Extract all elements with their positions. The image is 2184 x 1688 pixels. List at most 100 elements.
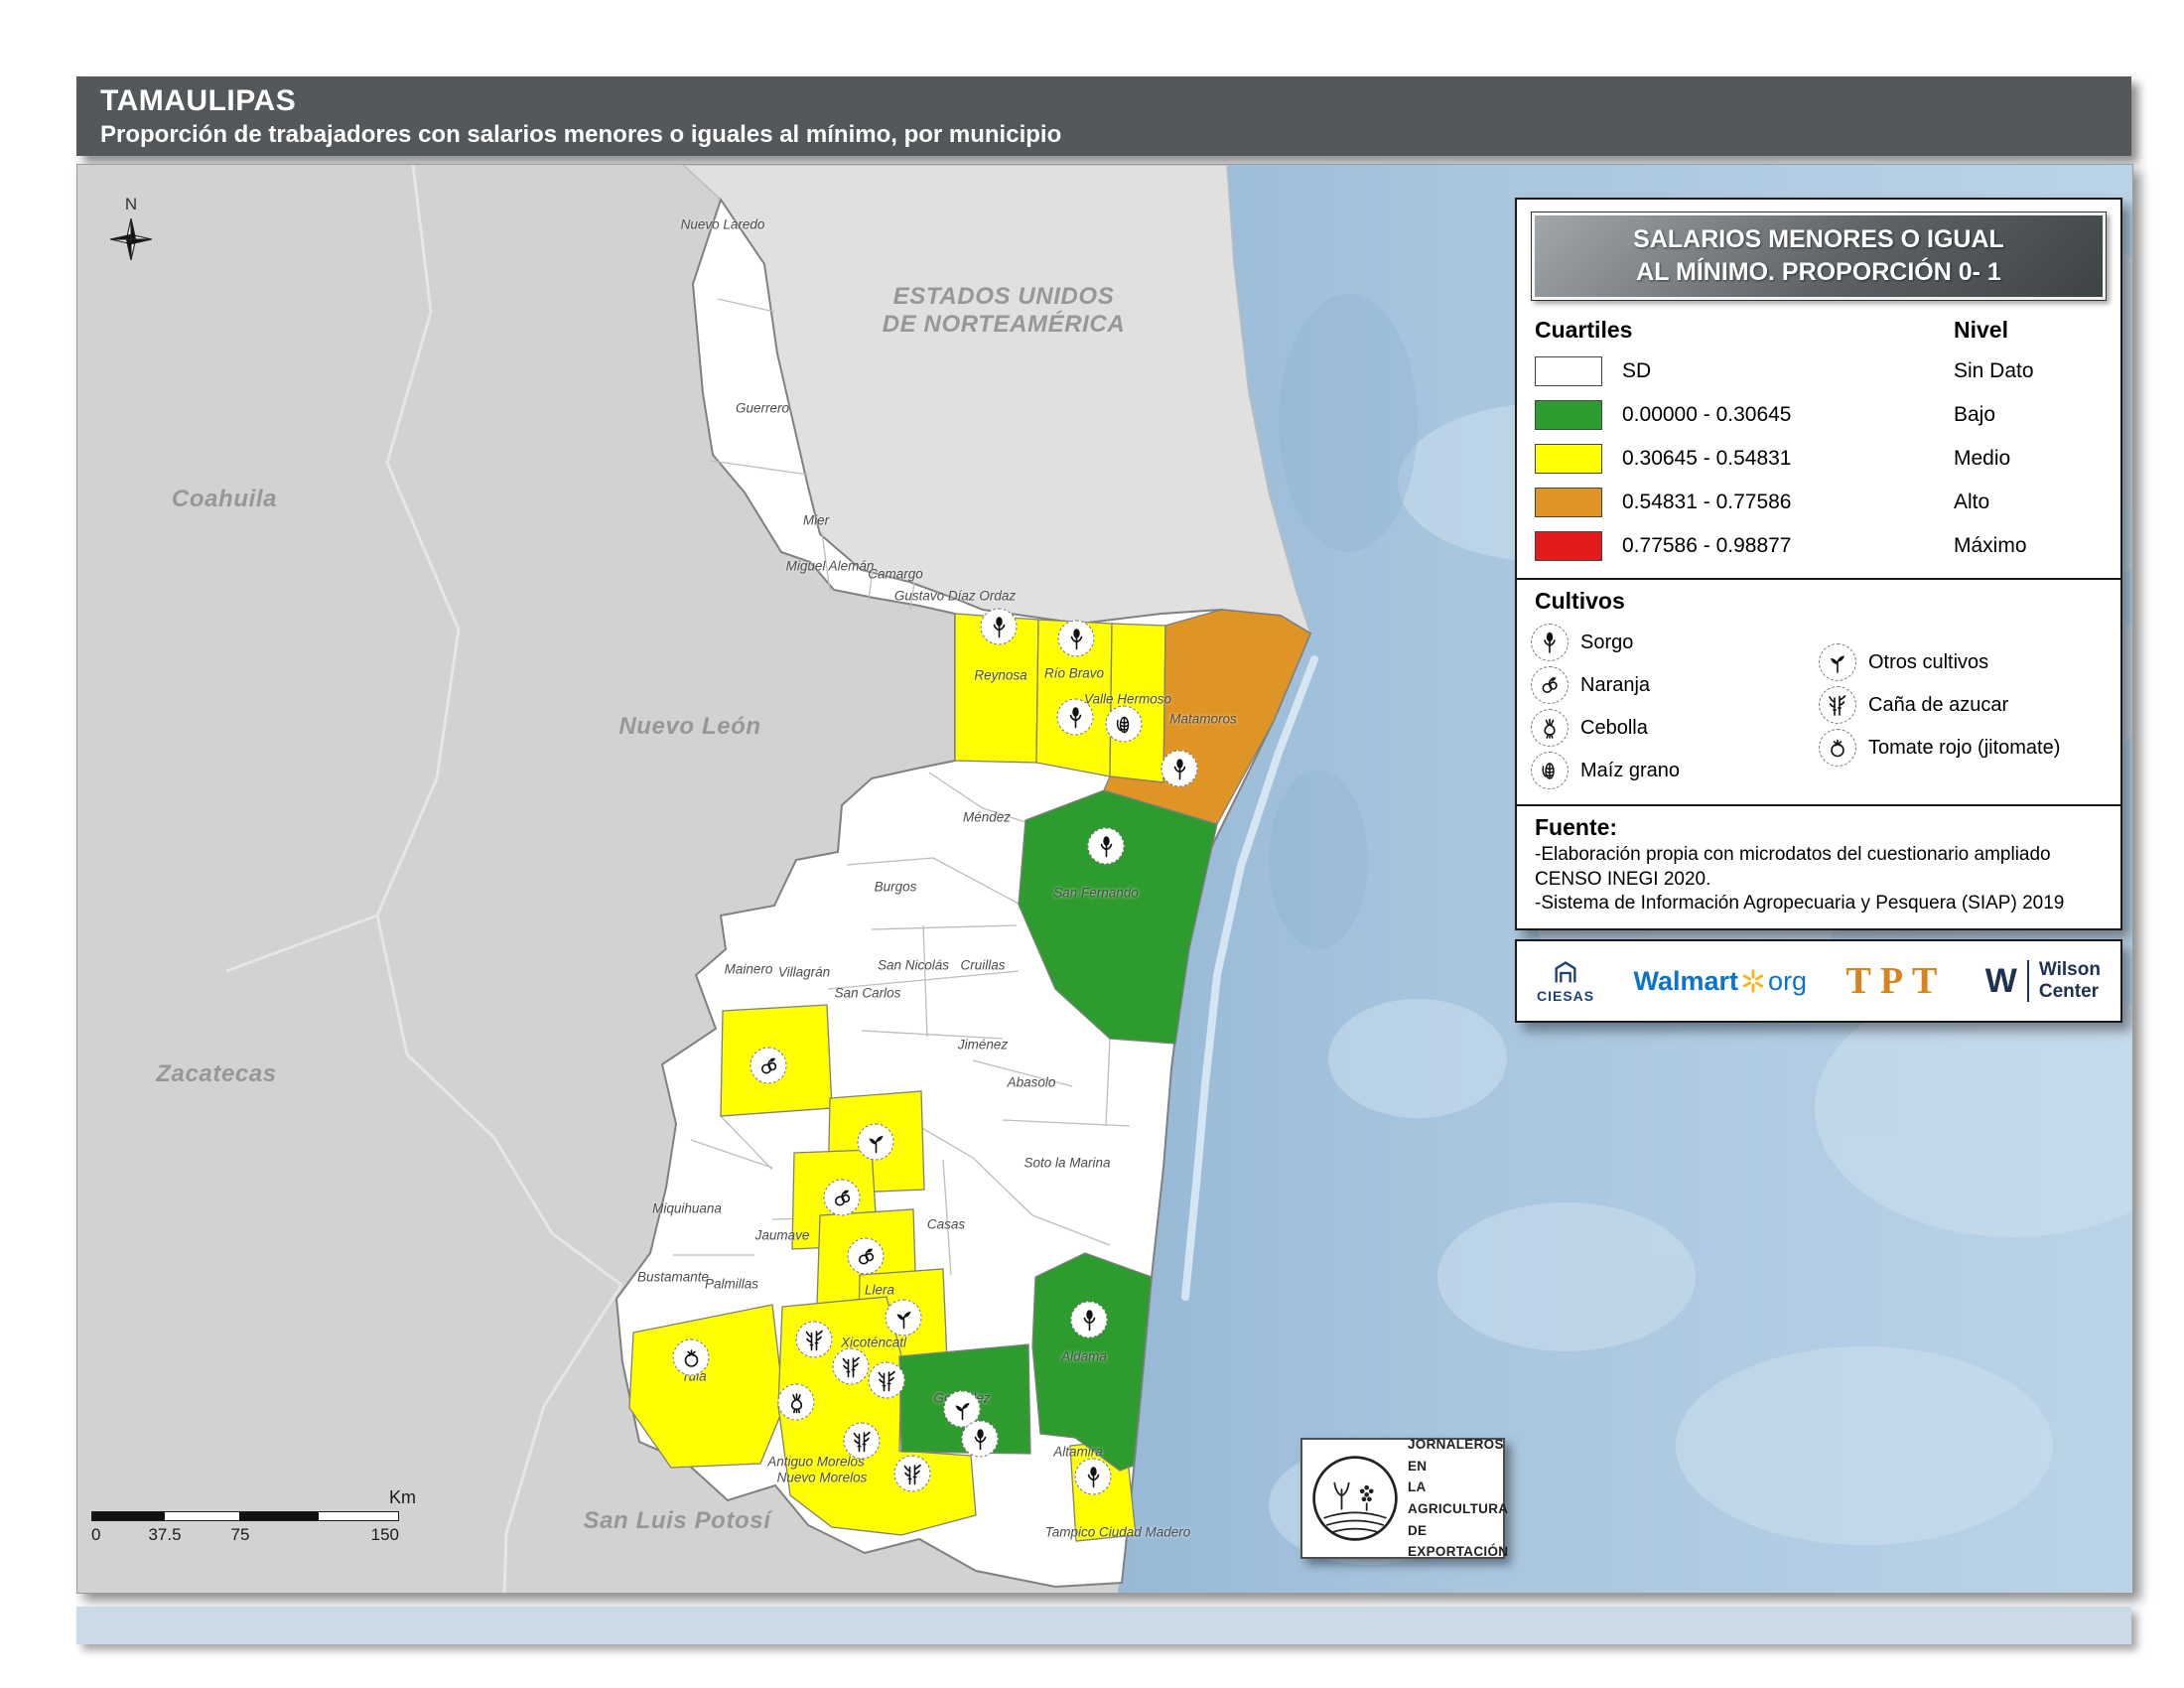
municipality-label: Villagrán <box>778 965 830 980</box>
footer-strip <box>76 1607 2131 1644</box>
wilson-center-logo: W Wilson Center <box>1985 959 2101 1003</box>
legend-title-line2: AL MÍNIMO. PROPORCIÓN 0- 1 <box>1536 256 2102 289</box>
legend-panel: SALARIOS MENORES O IGUAL AL MÍNIMO. PROP… <box>1515 198 2122 930</box>
municipality-label: Casas <box>927 1217 965 1232</box>
jornaleros-text: JORNALEROS EN LA AGRICULTURA DE EXPORTAC… <box>1408 1434 1508 1563</box>
scale-label: 0 <box>91 1525 100 1545</box>
crop-icon-cana <box>833 1348 870 1385</box>
municipality-label: Guerrero <box>736 401 789 416</box>
scale-labels: 0 37.5 75 150 <box>91 1525 429 1547</box>
wilson-center-wordmark: Wilson Center <box>2039 959 2101 1003</box>
legend-swatch <box>1535 400 1602 430</box>
municipality-label: San Fernando <box>1053 886 1139 901</box>
crop-icon-naranja <box>824 1180 861 1216</box>
crop-icon-otros <box>886 1300 922 1336</box>
municipality-label: Mainero <box>725 962 773 977</box>
cultivos-grid: Sorgo Naranja Cebolla Maíz grano <box>1531 619 2107 794</box>
municipality-label: Camargo <box>868 567 923 582</box>
region-label: Coahuila <box>172 486 277 513</box>
ciesas-label: CIESAS <box>1537 988 1594 1004</box>
cebolla-icon <box>1531 709 1569 747</box>
municipality-label: Burgos <box>875 880 917 895</box>
wilson-divider <box>2027 960 2029 1002</box>
otros-cultivos-icon <box>1819 643 1856 681</box>
municipality-label: Llera <box>865 1283 894 1298</box>
ciesas-glyph-icon <box>1550 959 1581 987</box>
scale-unit: Km <box>389 1487 416 1508</box>
crop-icon-tomate <box>673 1339 710 1376</box>
jornaleros-line: LA AGRICULTURA <box>1408 1477 1508 1519</box>
municipality-label: Aldama <box>1061 1349 1107 1364</box>
north-label: N <box>101 195 161 214</box>
municipality-label: Altamira <box>1053 1445 1103 1460</box>
compass-rose-icon <box>108 216 154 262</box>
legend-level: Bajo <box>1954 403 2103 427</box>
tpt-logo: TPT <box>1845 959 1946 1003</box>
fuente-lines: -Elaboración propia con microdatos del c… <box>1531 843 2107 916</box>
crop-icon-cana <box>844 1423 881 1460</box>
scale-label: 37.5 <box>148 1525 181 1545</box>
map-subtitle: Proporción de trabajadores con salarios … <box>100 121 2131 149</box>
municipality-label: Jaumave <box>755 1228 810 1243</box>
legend-range: 0.00000 - 0.30645 <box>1622 403 1954 427</box>
level-header: Nivel <box>1954 317 2103 344</box>
municipality-label: Palmillas <box>705 1277 758 1292</box>
municipality-label: Miquihuana <box>652 1201 722 1216</box>
municipality-label: Antiguo Morelos <box>767 1455 865 1470</box>
walmart-wordmark: Walmart <box>1634 966 1739 997</box>
legend-title: SALARIOS MENORES O IGUAL AL MÍNIMO. PROP… <box>1531 211 2107 301</box>
legend-row: SD Sin Dato <box>1531 350 2107 393</box>
region-label: Nuevo León <box>618 713 760 741</box>
crop-icon-sorgo <box>962 1421 999 1458</box>
quartiles-header: Cuartiles <box>1535 317 1954 344</box>
fuente-line: -Sistema de Información Agropecuaria y P… <box>1535 892 2103 916</box>
legend-crop-label: Sorgo <box>1580 632 1633 654</box>
crop-icon-cana <box>796 1322 833 1358</box>
legend-level: Medio <box>1954 447 2103 471</box>
municipality-label: Bustamante <box>637 1270 709 1285</box>
tomate-icon <box>1819 729 1856 767</box>
legend-row: 0.77586 - 0.98877 Máximo <box>1531 524 2107 568</box>
region-label: San Luis Potosí <box>583 1507 770 1535</box>
municipality-label: Nuevo Laredo <box>681 217 765 232</box>
municipality-label: Soto la Marina <box>1024 1156 1110 1171</box>
maiz-icon <box>1531 752 1569 789</box>
municipality-label: San Nicolás <box>878 958 949 973</box>
scale-label: 150 <box>371 1525 399 1545</box>
crop-icon-otros <box>858 1124 894 1161</box>
scale-bar: Km 0 37.5 75 150 <box>91 1511 429 1547</box>
walmart-org-logo: Walmart org <box>1634 966 1808 997</box>
region-label: Zacatecas <box>156 1060 277 1088</box>
cultivos-header: Cultivos <box>1535 588 2103 615</box>
legend-crop-tomate: Tomate rojo (jitomate) <box>1819 729 2107 767</box>
jornaleros-logo: JORNALEROS EN LA AGRICULTURA DE EXPORTAC… <box>1300 1438 1505 1559</box>
legend-column-headers: Cuartiles Nivel <box>1535 317 2103 344</box>
crop-icon-cana <box>869 1362 905 1399</box>
crop-icon-sorgo <box>1161 751 1198 787</box>
municipality-label: Miguel Alemán <box>786 559 875 574</box>
jornaleros-line: DE EXPORTACIÓN <box>1408 1520 1508 1563</box>
jornaleros-emblem-icon <box>1310 1454 1400 1543</box>
municipality-label: Cruillas <box>960 958 1005 973</box>
legend-swatch <box>1535 356 1602 386</box>
fuente-line: -Elaboración propia con microdatos del c… <box>1535 843 2103 868</box>
municipality-label: Valle Hermoso <box>1084 692 1171 707</box>
legend-crop-label: Cebolla <box>1580 717 1648 740</box>
legend-row: 0.54831 - 0.77586 Alto <box>1531 481 2107 524</box>
legend-title-line1: SALARIOS MENORES O IGUAL <box>1536 223 2102 256</box>
partner-logos: CIESAS Walmart org TPT W Wilson Center <box>1515 939 2122 1023</box>
crop-icon-cana <box>894 1456 931 1492</box>
cultivos-right-column: Otros cultivos Caña de azucar Tomate roj… <box>1819 638 2107 794</box>
naranja-icon <box>1531 666 1569 704</box>
crop-icon-sorgo <box>981 609 1018 645</box>
municipality-label: Mier <box>803 513 829 528</box>
crop-icon-sorgo <box>1071 1302 1108 1338</box>
legend-divider <box>1517 578 2120 580</box>
north-arrow: N <box>101 195 161 262</box>
legend-range: 0.54831 - 0.77586 <box>1622 491 1954 514</box>
legend-crop-naranja: Naranja <box>1531 666 1819 704</box>
cana-icon <box>1819 686 1856 724</box>
legend-range: 0.77586 - 0.98877 <box>1622 534 1954 558</box>
municipality-label: Tampico Ciudad Madero <box>1045 1525 1191 1540</box>
crop-icon-sorgo <box>1057 699 1094 736</box>
